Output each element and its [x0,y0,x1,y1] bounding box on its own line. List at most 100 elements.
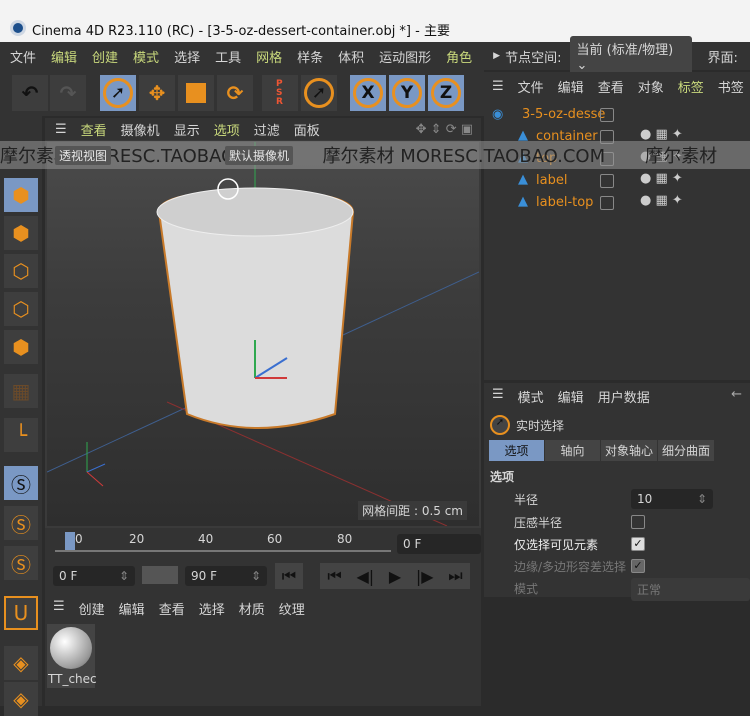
undo-button[interactable]: ↶ [12,75,48,111]
edges-mode-button[interactable]: ⬡ [4,292,38,326]
tab-subdivision[interactable]: 细分曲面 [658,440,714,461]
rotate-button[interactable]: ⟳ [217,75,253,111]
visibility-toggle[interactable] [600,174,614,188]
om-menu-tags[interactable]: 标签 [678,77,704,96]
visibility-toggle[interactable] [600,152,614,166]
live-selection-button[interactable]: ➚ [100,75,136,111]
go-to-end-button[interactable]: ⏭ [448,566,462,586]
snap-settings-button[interactable]: Ⓢ [4,506,38,540]
x-axis-button[interactable]: X [350,75,386,111]
viewport-nav-icons[interactable]: ✥ ⇕ ⟳ ▣ [416,122,473,137]
am-menu-user-data[interactable]: 用户数据 [598,387,650,406]
mode-dropdown[interactable]: 正常 [631,578,750,601]
material-tag-icon[interactable]: ● ▦ ✦ [640,193,683,208]
pressure-radius-checkbox[interactable] [631,515,645,529]
menu-create[interactable]: 创建 [92,47,118,66]
end-frame-input[interactable]: 90 F ⇕ [185,566,267,586]
menu-mograph[interactable]: 运动图形 [379,47,431,66]
playhead[interactable] [65,532,75,550]
viewport-menu-view[interactable]: 查看 [81,120,107,139]
hamburger-icon[interactable]: ☰ [53,599,65,618]
hamburger-icon[interactable]: ☰ [492,79,504,94]
prev-key-button[interactable]: ⏮ [327,566,341,586]
visible-only-checkbox[interactable]: ✓ [631,537,645,551]
viewport-menu-camera[interactable]: 摄像机 [121,120,160,139]
tab-object-axis[interactable]: 对象轴心 [601,440,657,461]
tab-axis[interactable]: 轴向 [545,440,600,461]
selection-filter-button[interactable]: ➚ [301,75,337,111]
menu-tools[interactable]: 工具 [215,47,241,66]
timeline-ruler[interactable] [55,550,391,552]
model-mode-button[interactable]: ⬢ [4,178,38,212]
material-swatch[interactable]: TT_chec [47,624,97,688]
menu-select[interactable]: 选择 [174,47,200,66]
current-frame-input[interactable]: 0 F [397,534,481,554]
z-axis-button[interactable]: Z [428,75,464,111]
start-frame-input[interactable]: 0 F ⇕ [53,566,135,586]
am-menu-edit[interactable]: 编辑 [558,387,584,406]
next-frame-button[interactable]: |▶ [416,567,434,586]
uv-mode-button[interactable]: ▦ [4,374,38,408]
visibility-toggle[interactable] [600,196,614,210]
viewport-menu-panel[interactable]: 面板 [294,120,320,139]
menu-mesh[interactable]: 网格 [256,47,282,66]
object-row[interactable]: ▲ container ● ▦ ✦ [484,126,750,148]
tolerance-checkbox[interactable]: ✓ [631,559,645,573]
snap-button[interactable]: Ⓢ [4,466,38,500]
hamburger-icon[interactable]: ☰ [55,122,67,137]
axis-mode-button[interactable]: └ [4,418,38,452]
menu-file[interactable]: 文件 [10,47,36,66]
om-menu-object[interactable]: 对象 [638,77,664,96]
mm-menu-material[interactable]: 材质 [239,599,265,618]
menu-mode[interactable]: 模式 [133,47,159,66]
prev-frame-button[interactable]: ◀| [356,567,374,586]
am-menu-mode[interactable]: 模式 [518,387,544,406]
object-name[interactable]: label-top [536,195,593,210]
polygons-mode-button[interactable]: ⬢ [4,330,38,364]
object-name[interactable]: 3-5-oz-desse [522,107,605,122]
menu-character[interactable]: 角色 [446,47,472,66]
viewport-menu-filter[interactable]: 过滤 [254,120,280,139]
object-name[interactable]: top [536,151,557,166]
om-menu-edit[interactable]: 编辑 [558,77,584,96]
locked-workplane-button[interactable]: ◈ [4,682,38,716]
menu-volume[interactable]: 体积 [338,47,364,66]
object-row[interactable]: ▲ top ● ▦ ✦ [484,148,750,170]
go-to-start-button[interactable]: ⏮ [275,563,303,589]
psr-button[interactable]: PSR [262,75,298,111]
mm-menu-create[interactable]: 创建 [79,599,105,618]
tab-options[interactable]: 选项 [489,440,544,461]
hamburger-icon[interactable]: ☰ [492,387,504,406]
y-axis-button[interactable]: Y [389,75,425,111]
om-menu-file[interactable]: 文件 [518,77,544,96]
workplane-button[interactable]: ◈ [4,646,38,680]
object-name[interactable]: container [536,129,598,144]
menu-spline[interactable]: 样条 [297,47,323,66]
material-tag-icon[interactable]: ● ▦ ✦ [640,127,683,142]
3d-viewport[interactable]: 透视视图 默认摄像机 网格间距 : 0.5 cm [47,142,479,526]
range-slider[interactable] [142,566,178,584]
object-row[interactable]: ▲ label-top ● ▦ ✦ [484,192,750,214]
visibility-toggle[interactable] [600,130,614,144]
menu-edit[interactable]: 编辑 [51,47,77,66]
mm-menu-edit[interactable]: 编辑 [119,599,145,618]
magnet-button[interactable]: U [4,596,38,630]
material-tag-icon[interactable]: ● ▦ ✦ [640,171,683,186]
visibility-toggle[interactable] [600,108,614,122]
material-tag-icon[interactable]: ● ▦ ✦ [640,149,683,164]
object-name[interactable]: label [536,173,567,188]
mm-menu-view[interactable]: 查看 [159,599,185,618]
viewport-menu-options[interactable]: 选项 [214,120,240,139]
workplane-snap-button[interactable]: Ⓢ [4,546,38,580]
points-mode-button[interactable]: ⬡ [4,254,38,288]
texture-mode-button[interactable]: ⬢ [4,216,38,250]
om-menu-bookmarks[interactable]: 书签 [718,77,744,96]
radius-input[interactable]: 10 ⇕ [631,489,713,509]
node-space-dropdown[interactable]: 当前 (标准/物理) ⌄ [570,36,693,76]
scale-button[interactable] [178,75,214,111]
om-menu-view[interactable]: 查看 [598,77,624,96]
object-row[interactable]: ▲ label ● ▦ ✦ [484,170,750,192]
move-button[interactable]: ✥ [139,75,175,111]
viewport-menu-display[interactable]: 显示 [174,120,200,139]
back-arrow-icon[interactable]: ← [731,387,742,406]
